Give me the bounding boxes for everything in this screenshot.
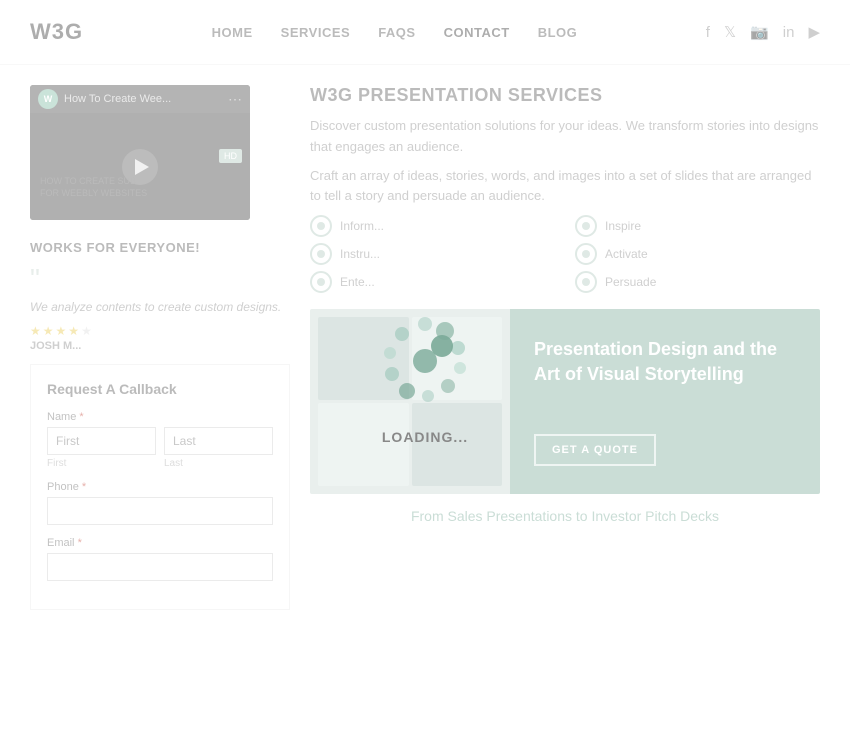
loading-text: LOADING... [382, 429, 468, 445]
loading-overlay: LOADING... [0, 0, 850, 750]
spinner-svg [370, 306, 480, 416]
loading-container: LOADING... [370, 306, 480, 445]
